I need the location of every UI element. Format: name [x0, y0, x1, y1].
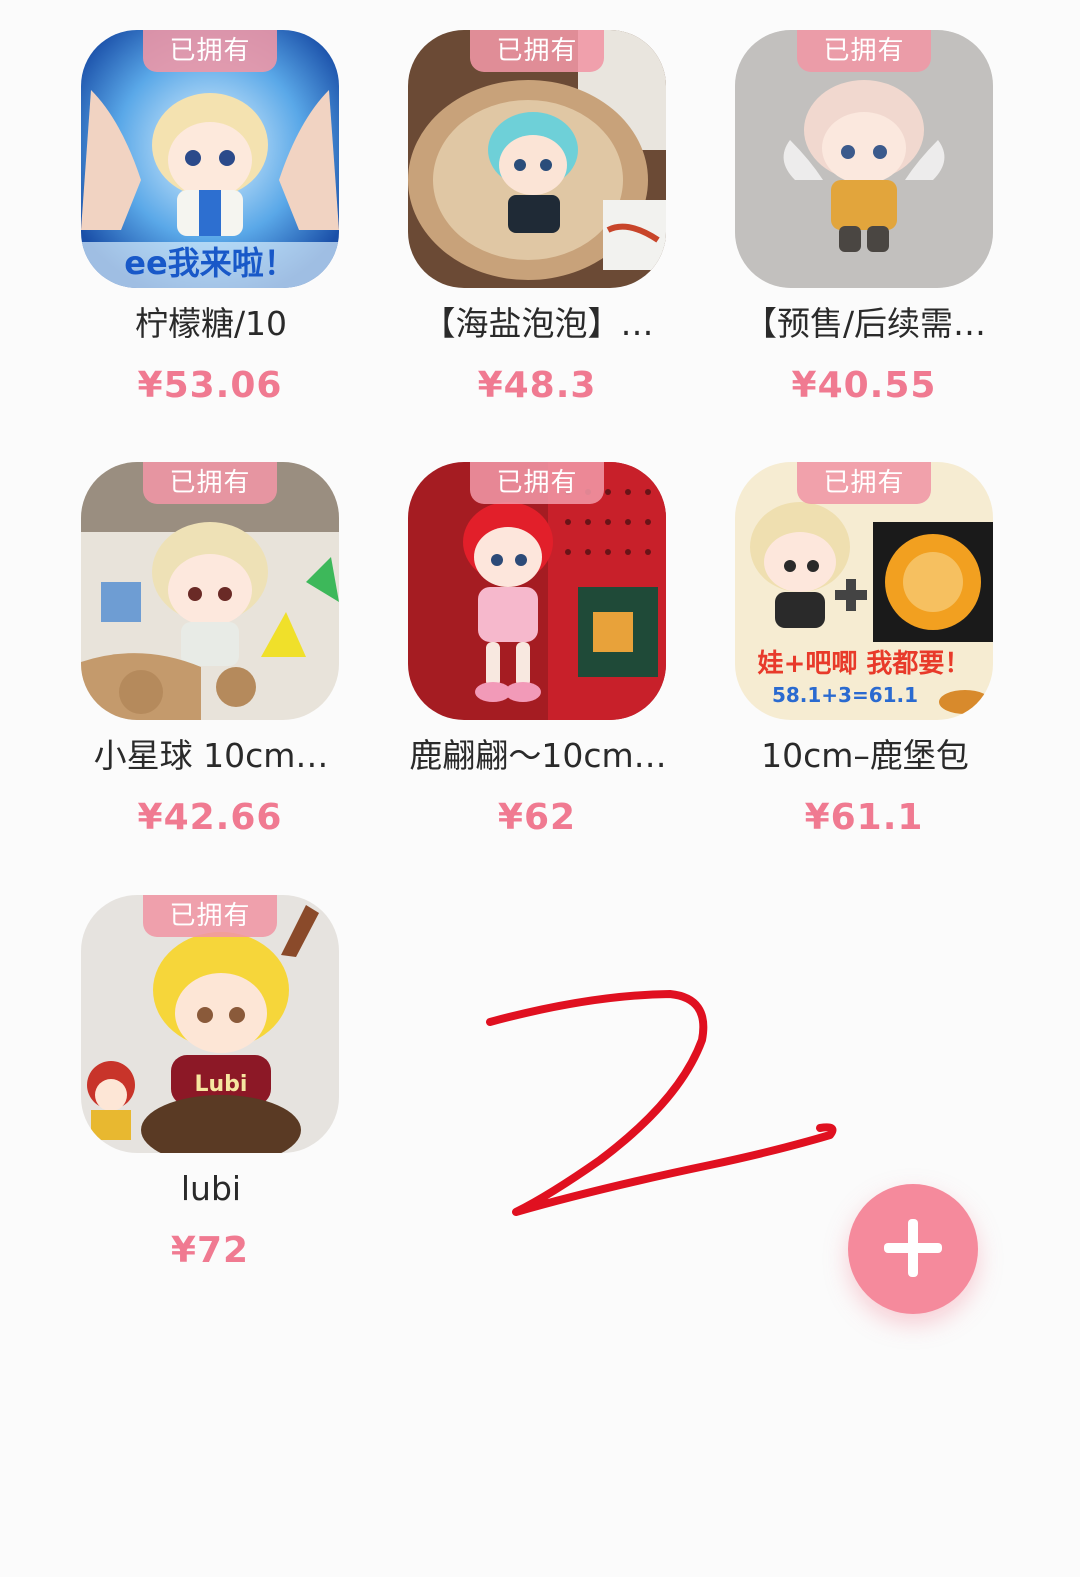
product-title: 【海盐泡泡】… [422, 304, 654, 343]
product-card[interactable]: 已拥有 【预售/后续需… ¥40.55 [734, 30, 994, 408]
product-title: 鹿翩翩～10cm… [409, 736, 667, 775]
owned-badge: 已拥有 [143, 30, 277, 72]
image-caption-formula: 58.1+3=61.1 [772, 683, 918, 707]
product-price: ¥72 [170, 1230, 250, 1271]
product-card[interactable]: 已拥有 小星球 10cm… ¥42.66 [80, 462, 340, 840]
product-price: ¥48.3 [477, 365, 597, 406]
product-title: lubi [180, 1169, 242, 1208]
owned-badge: 已拥有 [797, 30, 931, 72]
product-image[interactable]: 已拥有 [408, 462, 666, 720]
product-image[interactable]: 已拥有 [408, 30, 666, 288]
product-price: ¥62 [497, 797, 577, 838]
product-image[interactable]: 已拥有 [81, 462, 339, 720]
owned-badge: 已拥有 [470, 30, 604, 72]
product-price: ¥40.55 [791, 365, 937, 406]
owned-badge: 已拥有 [470, 462, 604, 504]
product-image[interactable]: Lubi 已拥有 [81, 895, 339, 1153]
image-caption: 娃+吧唧 我都要！ [758, 649, 971, 679]
product-title: 【预售/后续需… [743, 304, 987, 343]
add-button[interactable] [848, 1184, 978, 1314]
shirt-text: Lubi [195, 1072, 248, 1097]
product-card[interactable]: Lubi 已拥有 lubi ¥72 [80, 895, 340, 1273]
product-card[interactable]: 已拥有 鹿翩翩～10cm… ¥62 [407, 462, 667, 840]
product-card[interactable]: ee我来啦！ 已拥有 柠檬糖/10 ¥53.06 [80, 30, 340, 408]
owned-badge: 已拥有 [143, 895, 277, 937]
product-title: 10cm–鹿堡包 [761, 736, 969, 775]
product-image[interactable]: 已拥有 [735, 30, 993, 288]
image-caption: ee我来啦！ [124, 244, 295, 282]
product-card[interactable]: 已拥有 【海盐泡泡】… ¥48.3 [407, 30, 667, 408]
product-price: ¥61.1 [804, 797, 924, 838]
product-price: ¥42.66 [137, 797, 283, 838]
owned-badge: 已拥有 [143, 462, 277, 504]
collection-page: ee我来啦！ 已拥有 柠檬糖/10 ¥53.06 已拥有 【海盐泡泡】… ¥48… [0, 0, 1080, 1577]
product-card[interactable]: 娃+吧唧 我都要！ 58.1+3=61.1 已拥有 10cm–鹿堡包 ¥61.1 [734, 462, 994, 840]
product-title: 柠檬糖/10 [134, 304, 288, 343]
product-image[interactable]: ee我来啦！ 已拥有 [81, 30, 339, 288]
product-image[interactable]: 娃+吧唧 我都要！ 58.1+3=61.1 已拥有 [735, 462, 993, 720]
handwritten-annotation [486, 990, 837, 1216]
owned-badge: 已拥有 [797, 462, 931, 504]
product-title: 小星球 10cm… [93, 736, 329, 775]
product-price: ¥53.06 [137, 365, 283, 406]
